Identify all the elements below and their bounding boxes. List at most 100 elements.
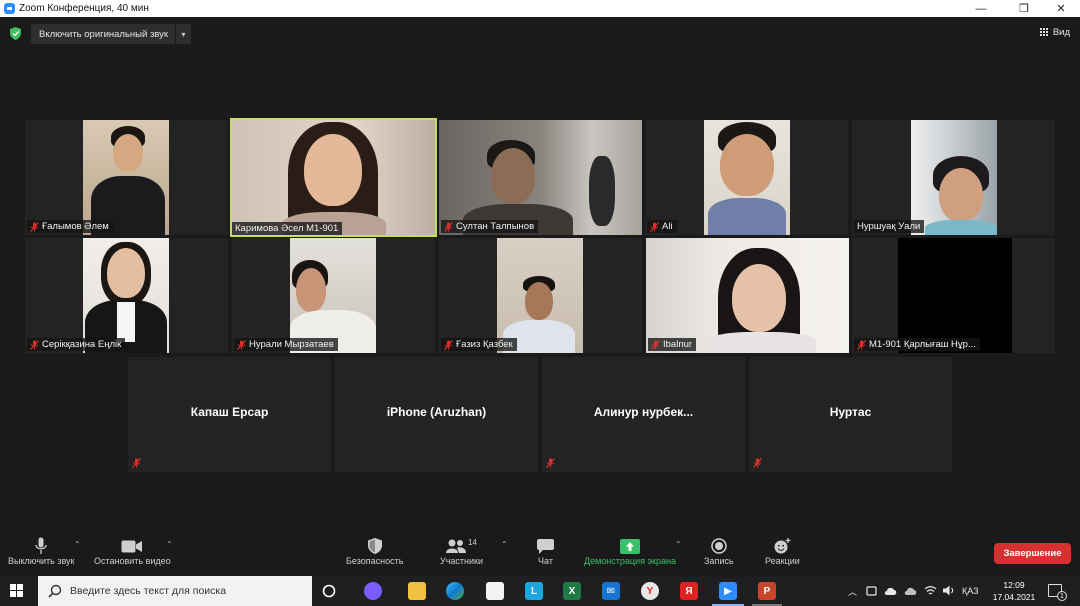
powerpoint-icon[interactable]: P	[758, 582, 776, 600]
participant-name: Ғазиз Қазбек	[456, 339, 513, 350]
windows-start-icon[interactable]	[10, 584, 24, 598]
l-app-icon[interactable]: L	[525, 582, 543, 600]
mic-muted-icon	[30, 221, 39, 232]
mic-muted-icon	[132, 458, 141, 468]
participants-options-caret[interactable]: ⌃	[501, 540, 508, 549]
participants-label: Участники	[440, 556, 483, 566]
mail-icon[interactable]: ✉	[602, 582, 620, 600]
view-button[interactable]: Вид	[1039, 27, 1070, 38]
participant-tile[interactable]: Ali	[645, 120, 848, 235]
taskbar-search-box[interactable]: Введите здесь текст для поиска	[38, 576, 312, 606]
active-speaker-tile[interactable]: Каримова Әсел М1-901	[230, 118, 437, 237]
volume-icon[interactable]	[942, 584, 956, 597]
reactions-label: Реакции	[765, 556, 800, 566]
meeting-toolbar: Выключить звук ⌃ Остановить видео ⌃ Безо…	[0, 528, 1080, 576]
security-label: Безопасность	[346, 556, 404, 566]
participant-tile[interactable]: Ғалымов Әлем	[25, 120, 228, 235]
participant-tile[interactable]: Серікқазина Еңлік	[25, 238, 228, 353]
onedrive-icon[interactable]	[904, 585, 918, 597]
end-meeting-button[interactable]: Завершение	[994, 543, 1071, 564]
close-button[interactable]: ✕	[1046, 0, 1076, 17]
participant-nameplate: Ғазиз Қазбек	[441, 338, 517, 351]
file-explorer-icon[interactable]	[408, 582, 426, 600]
reactions-button[interactable]: Реакции	[765, 536, 800, 566]
audio-options-caret[interactable]: ⌃	[74, 540, 81, 549]
chevron-down-icon: ▾	[181, 29, 186, 39]
edge-browser-icon[interactable]	[446, 582, 464, 600]
language-label: ҚАЗ	[962, 586, 979, 596]
participant-tile[interactable]: Ibalnur	[646, 238, 849, 353]
clock-date: 17.04.2021	[992, 592, 1036, 602]
video-options-caret[interactable]: ⌃	[166, 540, 173, 549]
smiley-icon	[774, 538, 791, 554]
record-button[interactable]: Запись	[704, 536, 734, 566]
participant-tile[interactable]: Султан Талпынов	[439, 120, 642, 235]
cloud-icon[interactable]	[884, 585, 898, 597]
search-placeholder: Введите здесь текст для поиска	[70, 585, 227, 597]
participant-video	[911, 120, 997, 235]
end-meeting-label: Завершение	[1003, 548, 1062, 559]
search-icon	[48, 584, 62, 598]
shield-icon	[367, 538, 382, 554]
participant-tile[interactable]: М1-901 Қарлығаш Нұр...	[852, 238, 1055, 353]
participant-video	[704, 120, 790, 235]
battery-icon[interactable]	[866, 585, 878, 597]
wifi-icon[interactable]	[924, 584, 937, 597]
minimize-button[interactable]: —	[966, 0, 996, 17]
participant-nameplate: Султан Талпынов	[441, 220, 539, 233]
participants-count: 14	[468, 537, 477, 547]
mic-muted-icon	[444, 221, 453, 232]
stop-video-button[interactable]: Остановить видео	[94, 536, 171, 566]
share-screen-button[interactable]: Демонстрация экрана	[584, 536, 676, 566]
chat-label: Чат	[538, 556, 553, 566]
participant-tile[interactable]: Алинур нурбек...	[542, 357, 745, 472]
chat-button[interactable]: Чат	[537, 536, 554, 566]
window-titlebar: Zoom Конференция, 40 мин — ❐ ✕	[0, 0, 1080, 17]
taskbar-clock[interactable]: 12:09 17.04.2021	[992, 579, 1036, 603]
excel-icon[interactable]: X	[563, 582, 581, 600]
participant-tile[interactable]: Капаш Ерсар	[128, 357, 331, 472]
original-audio-dropdown[interactable]: ▾	[176, 24, 191, 44]
meeting-topbar: Включить оригинальный звук ▾ Вид	[0, 17, 1080, 50]
video-camera-icon	[121, 540, 143, 552]
participant-tile[interactable]: Нуршуақ Уали	[852, 120, 1055, 235]
participants-button[interactable]: 14 Участники	[440, 536, 483, 567]
yandex-browser-icon[interactable]: Y	[641, 582, 659, 600]
yandex-icon[interactable]: Я	[680, 582, 698, 600]
voice-assistant-icon[interactable]	[364, 582, 382, 600]
original-audio-button[interactable]: Включить оригинальный звук	[31, 24, 175, 44]
participant-name: М1-901 Қарлығаш Нұр...	[869, 339, 976, 350]
store-icon[interactable]	[486, 582, 504, 600]
participant-video	[83, 238, 169, 353]
share-options-caret[interactable]: ⌃	[675, 540, 682, 549]
shield-check-icon[interactable]	[10, 27, 21, 40]
participant-tile[interactable]: Нурали Мырзатаев	[232, 238, 435, 353]
input-language-indicator[interactable]: ҚАЗ	[962, 576, 979, 606]
window-title: Zoom Конференция, 40 мин	[19, 3, 149, 14]
participant-video	[898, 238, 1012, 353]
windows-taskbar: Введите здесь текст для поиска L X ✉ Y Я…	[0, 576, 1080, 606]
participant-name: Нуршуақ Уали	[857, 221, 921, 232]
clock-time: 12:09	[1003, 580, 1025, 590]
participant-name: Нурали Мырзатаев	[249, 339, 334, 350]
zoom-taskbar-icon[interactable]: ▶	[719, 582, 737, 600]
original-audio-label: Включить оригинальный звук	[39, 28, 169, 40]
participant-tile[interactable]: iPhone (Aruzhan)	[335, 357, 538, 472]
restore-icon: ❐	[1019, 3, 1029, 15]
participant-name: Серікқазина Еңлік	[42, 339, 122, 350]
share-screen-icon	[619, 538, 640, 554]
security-button[interactable]: Безопасность	[346, 536, 403, 566]
mic-muted-icon	[444, 339, 453, 350]
tray-chevron-button[interactable]: ︿	[848, 576, 857, 606]
participant-tile[interactable]: Нуртас	[749, 357, 952, 472]
restore-button[interactable]: ❐	[1009, 0, 1039, 17]
mic-muted-icon	[650, 221, 659, 232]
participant-tile[interactable]: Ғазиз Қазбек	[439, 238, 642, 353]
record-icon	[711, 538, 727, 554]
mute-button[interactable]: Выключить звук	[8, 536, 75, 566]
participant-name: Ibalnur	[663, 339, 693, 350]
participant-name: Ғалымов Әлем	[42, 221, 109, 232]
participant-name: Султан Талпынов	[456, 221, 535, 232]
task-view-icon[interactable]	[320, 582, 338, 600]
participants-icon	[446, 539, 467, 553]
